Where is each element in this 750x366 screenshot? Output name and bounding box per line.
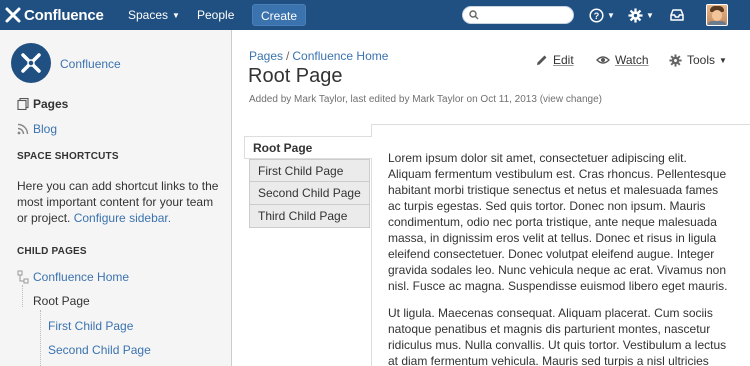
byline-text: Added by Mark Taylor, last edited by Mar… <box>249 94 537 105</box>
tab-third-child-page[interactable]: Third Child Page <box>249 205 370 228</box>
sidebar-item-pages[interactable]: Pages <box>17 97 68 111</box>
confluence-logo[interactable]: Confluence <box>4 4 104 26</box>
tree-item-root-page[interactable]: Root Page <box>33 294 90 308</box>
settings-menu[interactable]: ▼ <box>628 6 654 24</box>
tab-first-child-page[interactable]: First Child Page <box>249 159 370 182</box>
edit-button[interactable]: Edit <box>536 53 574 67</box>
confluence-x-icon <box>5 7 21 23</box>
svg-text:?: ? <box>594 11 600 21</box>
chevron-down-icon: ▼ <box>719 55 727 65</box>
breadcrumb-separator: / <box>286 49 290 63</box>
avatar[interactable] <box>706 4 728 26</box>
spaces-menu[interactable]: Spaces ▼ <box>128 8 180 22</box>
top-navigation-bar: Confluence Spaces ▼ People Create ? ▼ ▼ <box>0 0 750 30</box>
inbox-icon <box>670 9 684 21</box>
breadcrumb-pages[interactable]: Pages <box>249 49 283 63</box>
pencil-icon <box>537 55 547 65</box>
eye-icon <box>596 56 610 64</box>
chevron-down-icon: ▼ <box>646 10 654 20</box>
brand-name: Confluence <box>24 6 104 24</box>
view-change-link[interactable]: (view change) <box>540 94 602 105</box>
search-input[interactable] <box>483 8 569 22</box>
space-logo[interactable] <box>11 43 51 83</box>
tools-label: Tools <box>687 53 716 67</box>
breadcrumb: Pages / Confluence Home <box>249 49 388 63</box>
page-title: Root Page <box>248 65 343 87</box>
page-tree-icon <box>17 270 29 284</box>
watch-label: Watch <box>615 53 649 67</box>
tab-second-child-page[interactable]: Second Child Page <box>249 182 370 205</box>
edit-label: Edit <box>553 53 574 67</box>
notifications-button[interactable] <box>669 6 685 24</box>
tab-root-page[interactable]: Root Page <box>244 136 372 159</box>
breadcrumb-confluence-home[interactable]: Confluence Home <box>292 49 388 63</box>
create-button[interactable]: Create <box>252 4 306 26</box>
tree-connector <box>40 310 41 366</box>
confluence-x-icon <box>21 53 41 73</box>
gear-icon <box>669 53 682 67</box>
sidebar-item-label: Blog <box>33 122 58 136</box>
configure-sidebar-link[interactable]: Configure sidebar. <box>74 211 171 225</box>
space-name-link[interactable]: Confluence <box>60 57 121 71</box>
rss-icon <box>17 123 29 135</box>
tree-connector <box>22 285 23 307</box>
shortcuts-description: Here you can add shortcut links to the m… <box>17 178 222 226</box>
gear-icon <box>628 7 643 23</box>
watch-button[interactable]: Watch <box>596 53 649 67</box>
tree-item-first-child[interactable]: First Child Page <box>48 319 133 333</box>
sidebar-item-blog[interactable]: Blog <box>17 122 57 136</box>
chevron-down-icon: ▼ <box>172 11 180 20</box>
search-box[interactable] <box>462 6 574 24</box>
content-paragraph: Lorem ipsum dolor sit amet, consectetuer… <box>388 151 728 293</box>
sidebar-item-label: Pages <box>33 97 69 111</box>
sidebar: Confluence Pages Blog SPACE SHORTCUTS He… <box>0 30 232 366</box>
help-menu[interactable]: ? ▼ <box>589 6 615 24</box>
help-icon: ? <box>589 7 604 23</box>
tree-item-confluence-home[interactable]: Confluence Home <box>33 270 129 284</box>
child-pages-heading: CHILD PAGES <box>17 246 87 257</box>
page-byline: Added by Mark Taylor, last edited by Mar… <box>249 94 602 105</box>
people-label: People <box>197 8 235 22</box>
tools-menu[interactable]: Tools ▼ <box>669 53 727 67</box>
spaces-label: Spaces <box>128 8 169 22</box>
search-icon <box>469 10 479 20</box>
chevron-down-icon: ▼ <box>607 10 615 20</box>
content-paragraph: Ut ligula. Maecenas consequat. Aliquam p… <box>388 306 727 366</box>
space-shortcuts-heading: SPACE SHORTCUTS <box>17 151 119 162</box>
tree-item-second-child[interactable]: Second Child Page <box>48 343 151 357</box>
people-link[interactable]: People <box>197 8 234 22</box>
pages-icon <box>17 98 29 110</box>
